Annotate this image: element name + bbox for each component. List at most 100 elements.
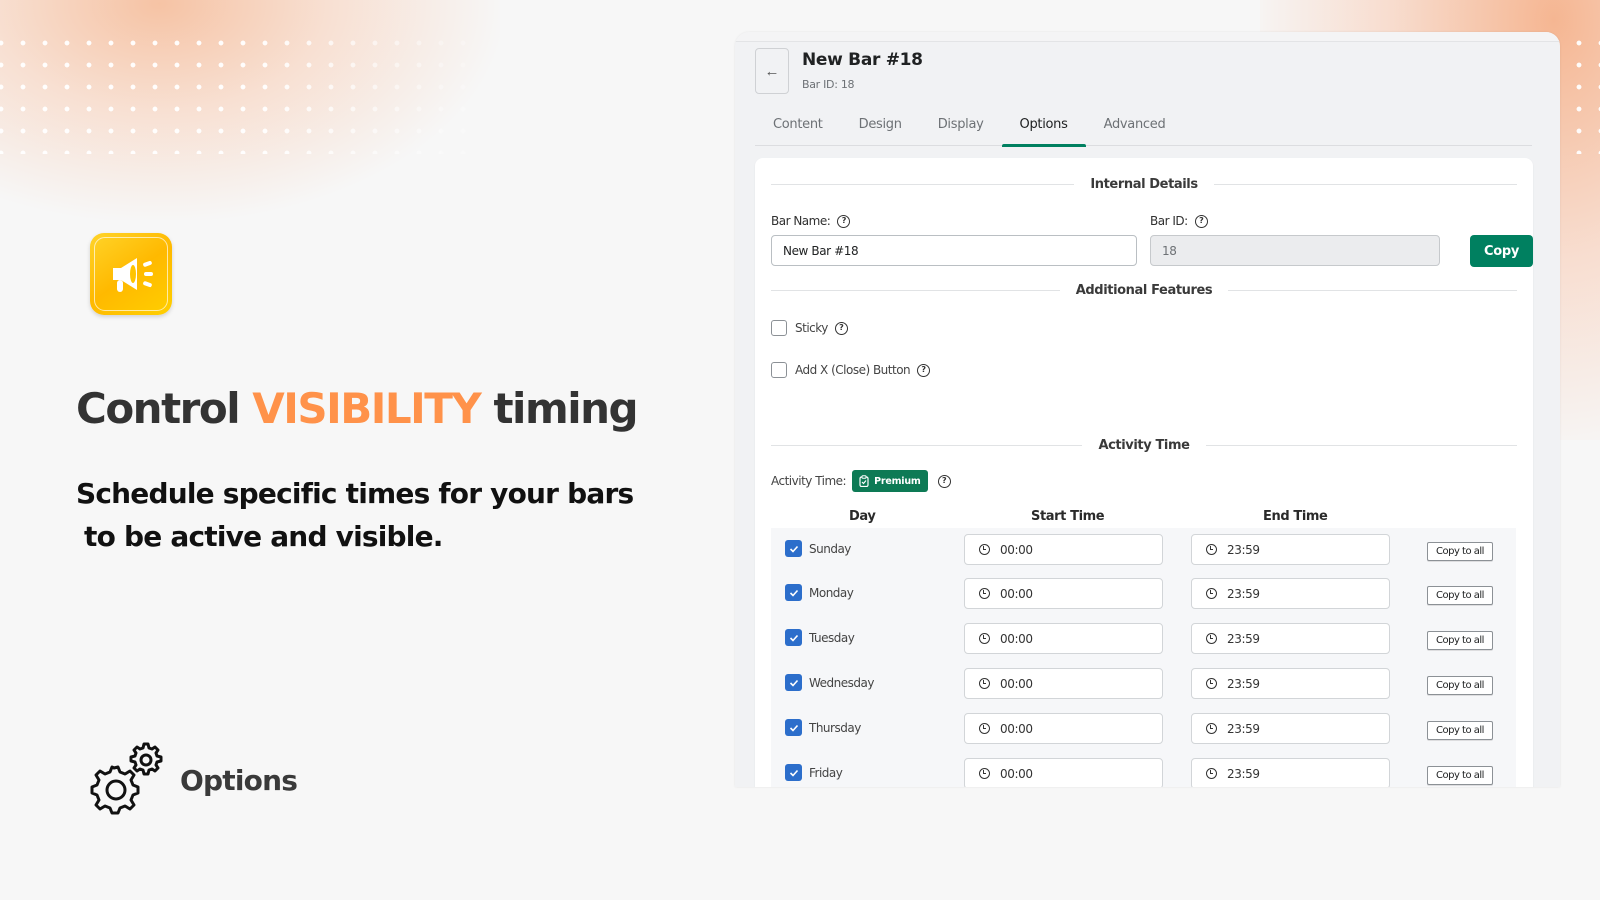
subhead-line-1: Schedule specific times for your bars — [76, 477, 634, 510]
day-name: Sunday — [809, 542, 851, 556]
help-icon[interactable]: ? — [1194, 214, 1208, 228]
dot-pattern-right — [1568, 32, 1600, 154]
app-window: ← New Bar #18 Bar ID: 18 Content Design … — [735, 32, 1560, 787]
end-time-input[interactable]: 23:59 — [1191, 623, 1390, 654]
clock-icon — [979, 678, 990, 689]
bar-id-label: Bar ID: ? — [1150, 214, 1208, 228]
end-time-input[interactable]: 23:59 — [1191, 758, 1390, 787]
column-day: Day — [849, 509, 876, 524]
day-name: Friday — [809, 766, 843, 780]
app-logo — [90, 233, 172, 315]
clock-icon — [1206, 678, 1217, 689]
end-time-value: 23:59 — [1227, 766, 1260, 781]
day-checkbox[interactable] — [785, 629, 802, 646]
day-checkbox[interactable] — [785, 540, 802, 557]
activity-time-label-text: Activity Time: — [771, 474, 847, 488]
page-subtitle: Bar ID: 18 — [802, 78, 855, 91]
help-icon[interactable]: ? — [917, 363, 931, 377]
section-title-additional-features: Additional Features — [1075, 282, 1213, 298]
copy-button[interactable]: Copy — [1470, 235, 1533, 267]
check-icon — [789, 769, 798, 777]
additional-features-divider: Additional Features — [771, 280, 1517, 300]
back-button[interactable]: ← — [755, 48, 789, 94]
feature-row: Options — [86, 740, 298, 820]
headline: Control VISIBILITY timing — [76, 384, 639, 433]
copy-to-all-button[interactable]: Copy to all — [1427, 631, 1493, 650]
sticky-option: Sticky ? — [771, 320, 848, 336]
megaphone-icon — [113, 258, 153, 292]
premium-badge[interactable]: Premium — [852, 470, 928, 492]
start-time-value: 00:00 — [1000, 631, 1033, 646]
dot-pattern-left — [0, 32, 470, 154]
start-time-value: 00:00 — [1000, 586, 1033, 601]
end-time-input[interactable]: 23:59 — [1191, 713, 1390, 744]
tab-advanced[interactable]: Advanced — [1086, 104, 1184, 146]
bar-name-input[interactable] — [771, 235, 1137, 266]
clock-icon — [979, 723, 990, 734]
help-icon[interactable]: ? — [834, 321, 848, 335]
copy-to-all-button[interactable]: Copy to all — [1427, 676, 1493, 695]
close-button-label: Add X (Close) Button — [795, 363, 911, 377]
close-button-checkbox[interactable] — [771, 362, 787, 378]
bar-id-label-text: Bar ID: — [1150, 214, 1188, 228]
premium-badge-text: Premium — [874, 475, 921, 487]
start-time-input[interactable]: 00:00 — [964, 578, 1163, 609]
day-name: Tuesday — [809, 631, 855, 645]
divider-line — [1213, 183, 1518, 185]
start-time-input[interactable]: 00:00 — [964, 758, 1163, 787]
end-time-input[interactable]: 23:59 — [1191, 578, 1390, 609]
start-time-input[interactable]: 00:00 — [964, 534, 1163, 565]
end-time-input[interactable]: 23:59 — [1191, 534, 1390, 565]
tab-content[interactable]: Content — [755, 104, 841, 146]
day-checkbox[interactable] — [785, 719, 802, 736]
start-time-value: 00:00 — [1000, 542, 1033, 557]
schedule-table-header: Day Start Time End Time — [755, 509, 1533, 527]
close-button-option: Add X (Close) Button ? — [771, 362, 931, 378]
bar-id-input — [1150, 235, 1440, 266]
schedule-row: Monday 00:00 23:59 Copy to all — [771, 572, 1516, 617]
divider-line — [771, 444, 1083, 446]
tab-design[interactable]: Design — [841, 104, 920, 146]
day-name: Wednesday — [809, 676, 874, 690]
start-time-input[interactable]: 00:00 — [964, 668, 1163, 699]
start-time-input[interactable]: 00:00 — [964, 713, 1163, 744]
help-icon[interactable]: ? — [937, 474, 951, 488]
clock-icon — [1206, 768, 1217, 779]
day-name: Thursday — [809, 721, 861, 735]
schedule-table: Sunday 00:00 23:59 Copy to all Monday 00… — [771, 528, 1516, 787]
subhead-line-2: to be active and visible. — [84, 520, 443, 553]
day-name: Monday — [809, 586, 854, 600]
tab-display[interactable]: Display — [920, 104, 1002, 146]
clock-icon — [1206, 544, 1217, 555]
end-time-value: 23:59 — [1227, 542, 1260, 557]
clock-icon — [1206, 588, 1217, 599]
clock-icon — [979, 544, 990, 555]
tab-bar: Content Design Display Options Advanced — [755, 104, 1532, 147]
copy-to-all-button[interactable]: Copy to all — [1427, 721, 1493, 740]
schedule-row: Tuesday 00:00 23:59 Copy to all — [771, 617, 1516, 662]
schedule-row: Thursday 00:00 23:59 Copy to all — [771, 707, 1516, 752]
start-time-input[interactable]: 00:00 — [964, 623, 1163, 654]
sticky-checkbox[interactable] — [771, 320, 787, 336]
internal-details-divider: Internal Details — [771, 174, 1518, 194]
section-title-internal-details: Internal Details — [1090, 176, 1198, 192]
schedule-row: Friday 00:00 23:59 Copy to all — [771, 752, 1516, 787]
help-icon[interactable]: ? — [837, 214, 851, 228]
check-icon — [789, 545, 798, 553]
end-time-input[interactable]: 23:59 — [1191, 668, 1390, 699]
clock-icon — [979, 768, 990, 779]
clipboard-check-icon — [859, 475, 869, 487]
check-icon — [789, 634, 798, 642]
bar-name-label: Bar Name: ? — [771, 214, 851, 228]
schedule-row: Sunday 00:00 23:59 Copy to all — [771, 528, 1516, 573]
day-checkbox[interactable] — [785, 584, 802, 601]
copy-to-all-button[interactable]: Copy to all — [1427, 542, 1493, 561]
copy-to-all-button[interactable]: Copy to all — [1427, 586, 1493, 605]
page-title: New Bar #18 — [802, 50, 923, 70]
day-checkbox[interactable] — [785, 674, 802, 691]
tab-options[interactable]: Options — [1001, 104, 1086, 147]
divider-line — [1228, 289, 1517, 291]
day-checkbox[interactable] — [785, 764, 802, 781]
check-icon — [789, 679, 798, 687]
copy-to-all-button[interactable]: Copy to all — [1427, 766, 1493, 785]
